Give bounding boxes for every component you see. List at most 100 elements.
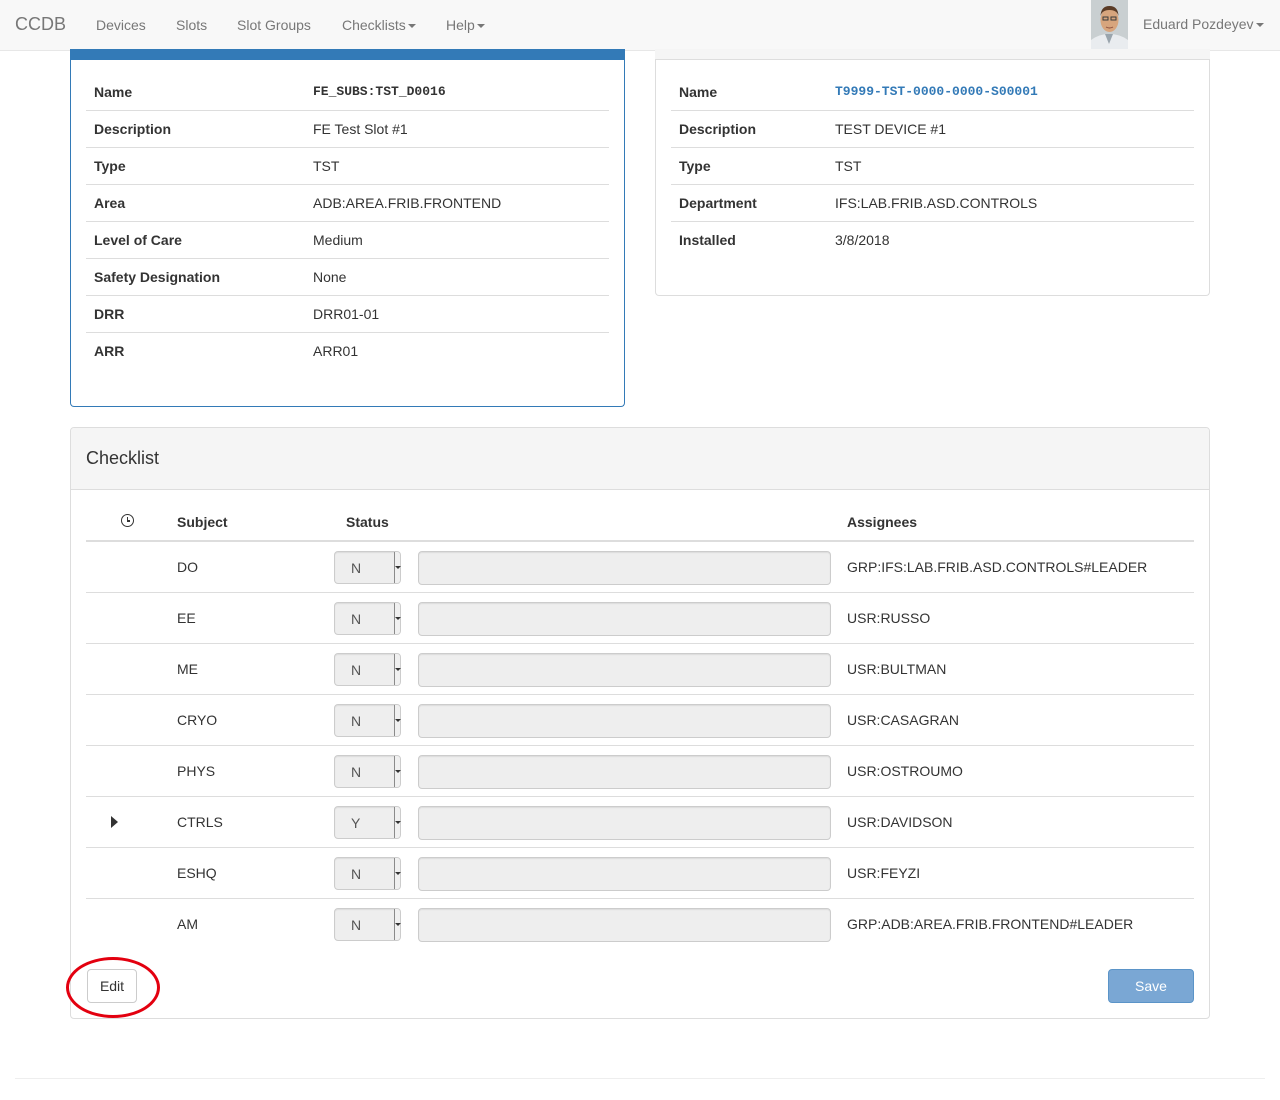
device-installed-key: Installed [671,220,827,258]
table-row: Type TST [671,146,1194,184]
comment-input[interactable] [418,602,831,636]
slot-area-value: ADB:AREA.FRIB.FRONTEND [305,183,609,221]
column-header-subject: Subject [177,514,228,530]
device-type-value: TST [827,146,1194,184]
device-description-value: TEST DEVICE #1 [827,109,1194,147]
device-department-key: Department [671,183,827,221]
panel-header-bar [655,49,1210,60]
nav-help[interactable]: Help [446,16,485,34]
user-photo-icon [1091,0,1128,50]
device-department-value: IFS:LAB.FRIB.ASD.CONTROLS [827,183,1194,221]
nav-checklists-label: Checklists [342,17,406,33]
table-row: Safety Designation None [86,257,609,295]
comment-input[interactable] [418,806,831,840]
table-row: Level of Care Medium [86,220,609,258]
checklist-assignee: USR:RUSSO [847,610,931,626]
device-name-link[interactable]: T9999-TST-0000-0000-S00001 [827,74,1194,110]
clock-icon [121,514,134,527]
status-select[interactable]: N [334,551,401,584]
status-select[interactable]: N [334,653,401,686]
checklist-assignee: GRP:IFS:LAB.FRIB.ASD.CONTROLS#LEADER [847,559,1148,575]
column-header-status: Status [346,514,389,530]
chevron-down-icon [394,807,401,838]
table-row: Installed 3/8/2018 [671,220,1194,258]
comment-input[interactable] [418,755,831,789]
checklist-assignee: USR:CASAGRAN [847,712,960,728]
chevron-down-icon [394,756,401,787]
slot-area-key: Area [86,183,305,221]
slot-name-value: FE_SUBS:TST_D0016 [313,84,446,100]
slot-type-value: TST [305,146,609,184]
slot-type-key: Type [86,146,305,184]
checklist-assignee: USR:BULTMAN [847,661,947,677]
status-select[interactable]: N [334,755,401,788]
checklist-assignee: USR:DAVIDSON [847,814,953,830]
user-name-label: Eduard Pozdeyev [1143,16,1254,32]
checklist-subject: CRYO [177,712,218,728]
slot-safety-designation-key: Safety Designation [86,257,305,295]
caret-down-icon [476,24,485,29]
footer-divider [15,1078,1265,1079]
column-header-assignees: Assignees [847,514,918,530]
caret-down-icon [407,24,416,29]
nav-slots[interactable]: Slots [176,16,207,34]
checklist-subject: ESHQ [177,865,217,881]
device-details-table: Name T9999-TST-0000-0000-S00001 Descripti… [671,74,1194,258]
checklist-assignee: USR:FEYZI [847,865,921,881]
slot-safety-designation-value: None [305,257,609,295]
table-row: ESHQ N USR:FEYZI [86,848,1194,899]
chevron-down-icon [394,603,401,634]
table-row: CTRLS Y USR:DAVIDSON [86,797,1194,848]
table-row: EE N USR:RUSSO [86,593,1194,644]
checklist-title: Checklist [86,448,160,468]
status-select[interactable]: Y [334,806,401,839]
device-installed-value: 3/8/2018 [827,220,1194,258]
status-select[interactable]: N [334,704,401,737]
status-value: N [351,764,362,780]
navbar: CCDB Devices Slots Slot Groups Checklist… [0,0,1280,51]
slot-level-of-care-key: Level of Care [86,220,305,258]
table-row: Name FE_SUBS:TST_D0016 [86,74,609,110]
chevron-down-icon [394,909,401,940]
nav-devices[interactable]: Devices [96,16,146,34]
table-row: DRR DRR01-01 [86,294,609,332]
checklist-subject: PHYS [177,763,216,779]
checklist-table-header: Subject Status Assignees [86,490,1194,542]
comment-input[interactable] [418,704,831,738]
status-select[interactable]: N [334,857,401,890]
table-row: AM N GRP:ADB:AREA.FRIB.FRONTEND#LEADER [86,899,1194,950]
table-row: Description TEST DEVICE #1 [671,109,1194,147]
checklist-rows: DO N GRP:IFS:LAB.FRIB.ASD.CONTROLS#LEADE… [86,542,1194,950]
status-value: N [351,662,362,678]
avatar[interactable] [1091,0,1128,50]
nav-slot-groups[interactable]: Slot Groups [237,16,311,34]
table-row: Department IFS:LAB.FRIB.ASD.CONTROLS [671,183,1194,221]
slot-details-table: Name FE_SUBS:TST_D0016 Description FE Test… [86,74,609,369]
save-button[interactable]: Save [1108,969,1194,1003]
nav-checklists[interactable]: Checklists [342,16,416,34]
chevron-down-icon [394,858,401,889]
nav-help-label: Help [446,17,475,33]
comment-input[interactable] [418,653,831,687]
comment-input[interactable] [418,551,831,585]
slot-arr-key: ARR [86,331,305,369]
status-value: N [351,713,362,729]
expand-triangle-icon[interactable] [111,816,118,828]
slot-name-key: Name [94,83,133,100]
table-row: ME N USR:BULTMAN [86,644,1194,695]
status-value: N [351,917,362,933]
comment-input[interactable] [418,908,831,942]
slot-drr-key: DRR [86,294,305,332]
slot-drr-value: DRR01-01 [305,294,609,332]
checklist-assignee: USR:OSTROUMO [847,763,963,779]
table-row: ARR ARR01 [86,331,609,369]
status-select[interactable]: N [334,908,401,941]
comment-input[interactable] [418,857,831,891]
checklist-subject: DO [177,559,198,575]
status-select[interactable]: N [334,602,401,635]
user-menu[interactable]: Eduard Pozdeyev [1143,16,1264,32]
checklist-assignee: GRP:ADB:AREA.FRIB.FRONTEND#LEADER [847,916,1134,932]
highlight-circle-annotation [66,957,160,1018]
chevron-down-icon [394,552,401,583]
brand-logo[interactable]: CCDB [15,14,66,34]
